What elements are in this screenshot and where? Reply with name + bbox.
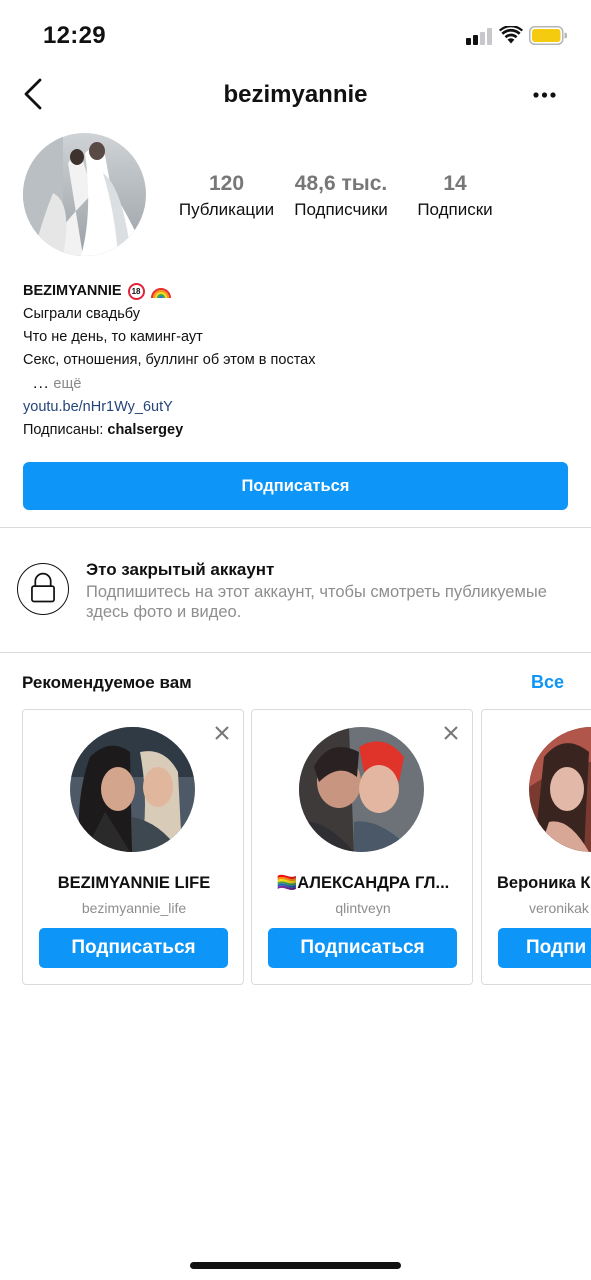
- recommended-title: Рекомендуемое вам: [22, 673, 192, 692]
- bio-ellipsis: ...: [33, 375, 50, 392]
- posts-label: Публикации: [178, 200, 275, 219]
- followers-count: 48,6 тыс.: [294, 172, 388, 195]
- stat-followers[interactable]: 48,6 тыс. Подписчики: [284, 172, 398, 220]
- no-under-18-icon: 18: [127, 283, 145, 300]
- more-options-icon[interactable]: [526, 82, 562, 108]
- followed-by-user[interactable]: chalsergey: [107, 422, 183, 438]
- suggested-account-avatar[interactable]: [299, 727, 424, 852]
- bio-display-name: BEZIMYANNIE: [23, 283, 122, 299]
- suggested-account-card[interactable]: 🏳️‍🌈АЛЕКСАНДРА ГЛ... qlintveyn Подписать…: [251, 709, 473, 985]
- profile-avatar[interactable]: [23, 133, 146, 256]
- cellular-signal-icon: [466, 28, 492, 45]
- follow-button[interactable]: Подписаться: [23, 462, 568, 510]
- following-count: 14: [443, 172, 467, 195]
- battery-icon: [529, 26, 567, 45]
- bio-name-row: BEZIMYANNIE 18: [23, 280, 568, 303]
- bio-line: Что не день, то каминг-аут: [23, 329, 203, 345]
- followed-by[interactable]: Подписаны: chalsergey: [23, 419, 568, 442]
- suggested-account-handle: qlintveyn: [335, 900, 391, 916]
- lock-icon: [17, 563, 69, 615]
- divider: [0, 527, 591, 528]
- posts-count: 120: [208, 172, 245, 195]
- suggested-account-avatar[interactable]: [529, 727, 591, 852]
- suggested-account-name: BEZIMYANNIE LIFE: [57, 874, 211, 892]
- dismiss-icon[interactable]: [211, 722, 233, 744]
- stat-following[interactable]: 14 Подписки: [405, 172, 505, 220]
- see-all-link[interactable]: Все: [531, 672, 564, 693]
- bio-line: Сыграли свадьбу: [23, 306, 141, 322]
- bio-line: Секс, отношения, буллинг об этом в поста…: [23, 352, 316, 368]
- suggested-account-handle: bezimyannie_life: [81, 900, 187, 916]
- home-indicator[interactable]: [190, 1262, 401, 1269]
- rainbow-icon: [150, 287, 171, 298]
- suggested-account-name: 🏳️‍🌈АЛЕКСАНДРА ГЛ...: [276, 874, 450, 892]
- suggested-account-card[interactable]: Вероника К veronikak Подпи: [481, 709, 591, 985]
- followers-label: Подписчики: [294, 200, 388, 219]
- suggested-follow-button[interactable]: Подписаться: [268, 928, 457, 968]
- suggested-follow-button[interactable]: Подпи: [498, 928, 591, 968]
- followed-by-prefix: Подписаны:: [23, 422, 104, 438]
- private-account-title: Это закрытый аккаунт: [86, 560, 275, 579]
- divider: [0, 652, 591, 653]
- suggested-account-name: Вероника К: [497, 874, 591, 892]
- dismiss-icon[interactable]: [440, 722, 462, 744]
- suggested-follow-button[interactable]: Подписаться: [39, 928, 228, 968]
- bio-more-row[interactable]: ... ещё: [23, 372, 568, 396]
- private-account-description: Подпишитесь на этот аккаунт, чтобы смотр…: [86, 583, 547, 621]
- profile-header: bezimyannie: [0, 70, 591, 120]
- status-time: 12:29: [43, 22, 106, 49]
- profile-bio: BEZIMYANNIE 18 Сыграли свадьбу Что не де…: [23, 280, 568, 442]
- status-bar: 12:29: [0, 0, 591, 70]
- stat-posts[interactable]: 120 Публикации: [170, 172, 283, 220]
- bio-more-link[interactable]: ещё: [53, 376, 81, 392]
- suggested-account-handle: veronikak: [529, 900, 589, 916]
- suggested-account-avatar[interactable]: [70, 727, 195, 852]
- profile-username-title: bezimyannie: [223, 81, 368, 108]
- bio-website-link[interactable]: youtu.be/nHr1Wy_6utY: [23, 396, 568, 419]
- following-label: Подписки: [417, 200, 493, 219]
- wifi-icon: [499, 26, 523, 44]
- suggested-account-card[interactable]: BEZIMYANNIE LIFE bezimyannie_life Подпис…: [22, 709, 244, 985]
